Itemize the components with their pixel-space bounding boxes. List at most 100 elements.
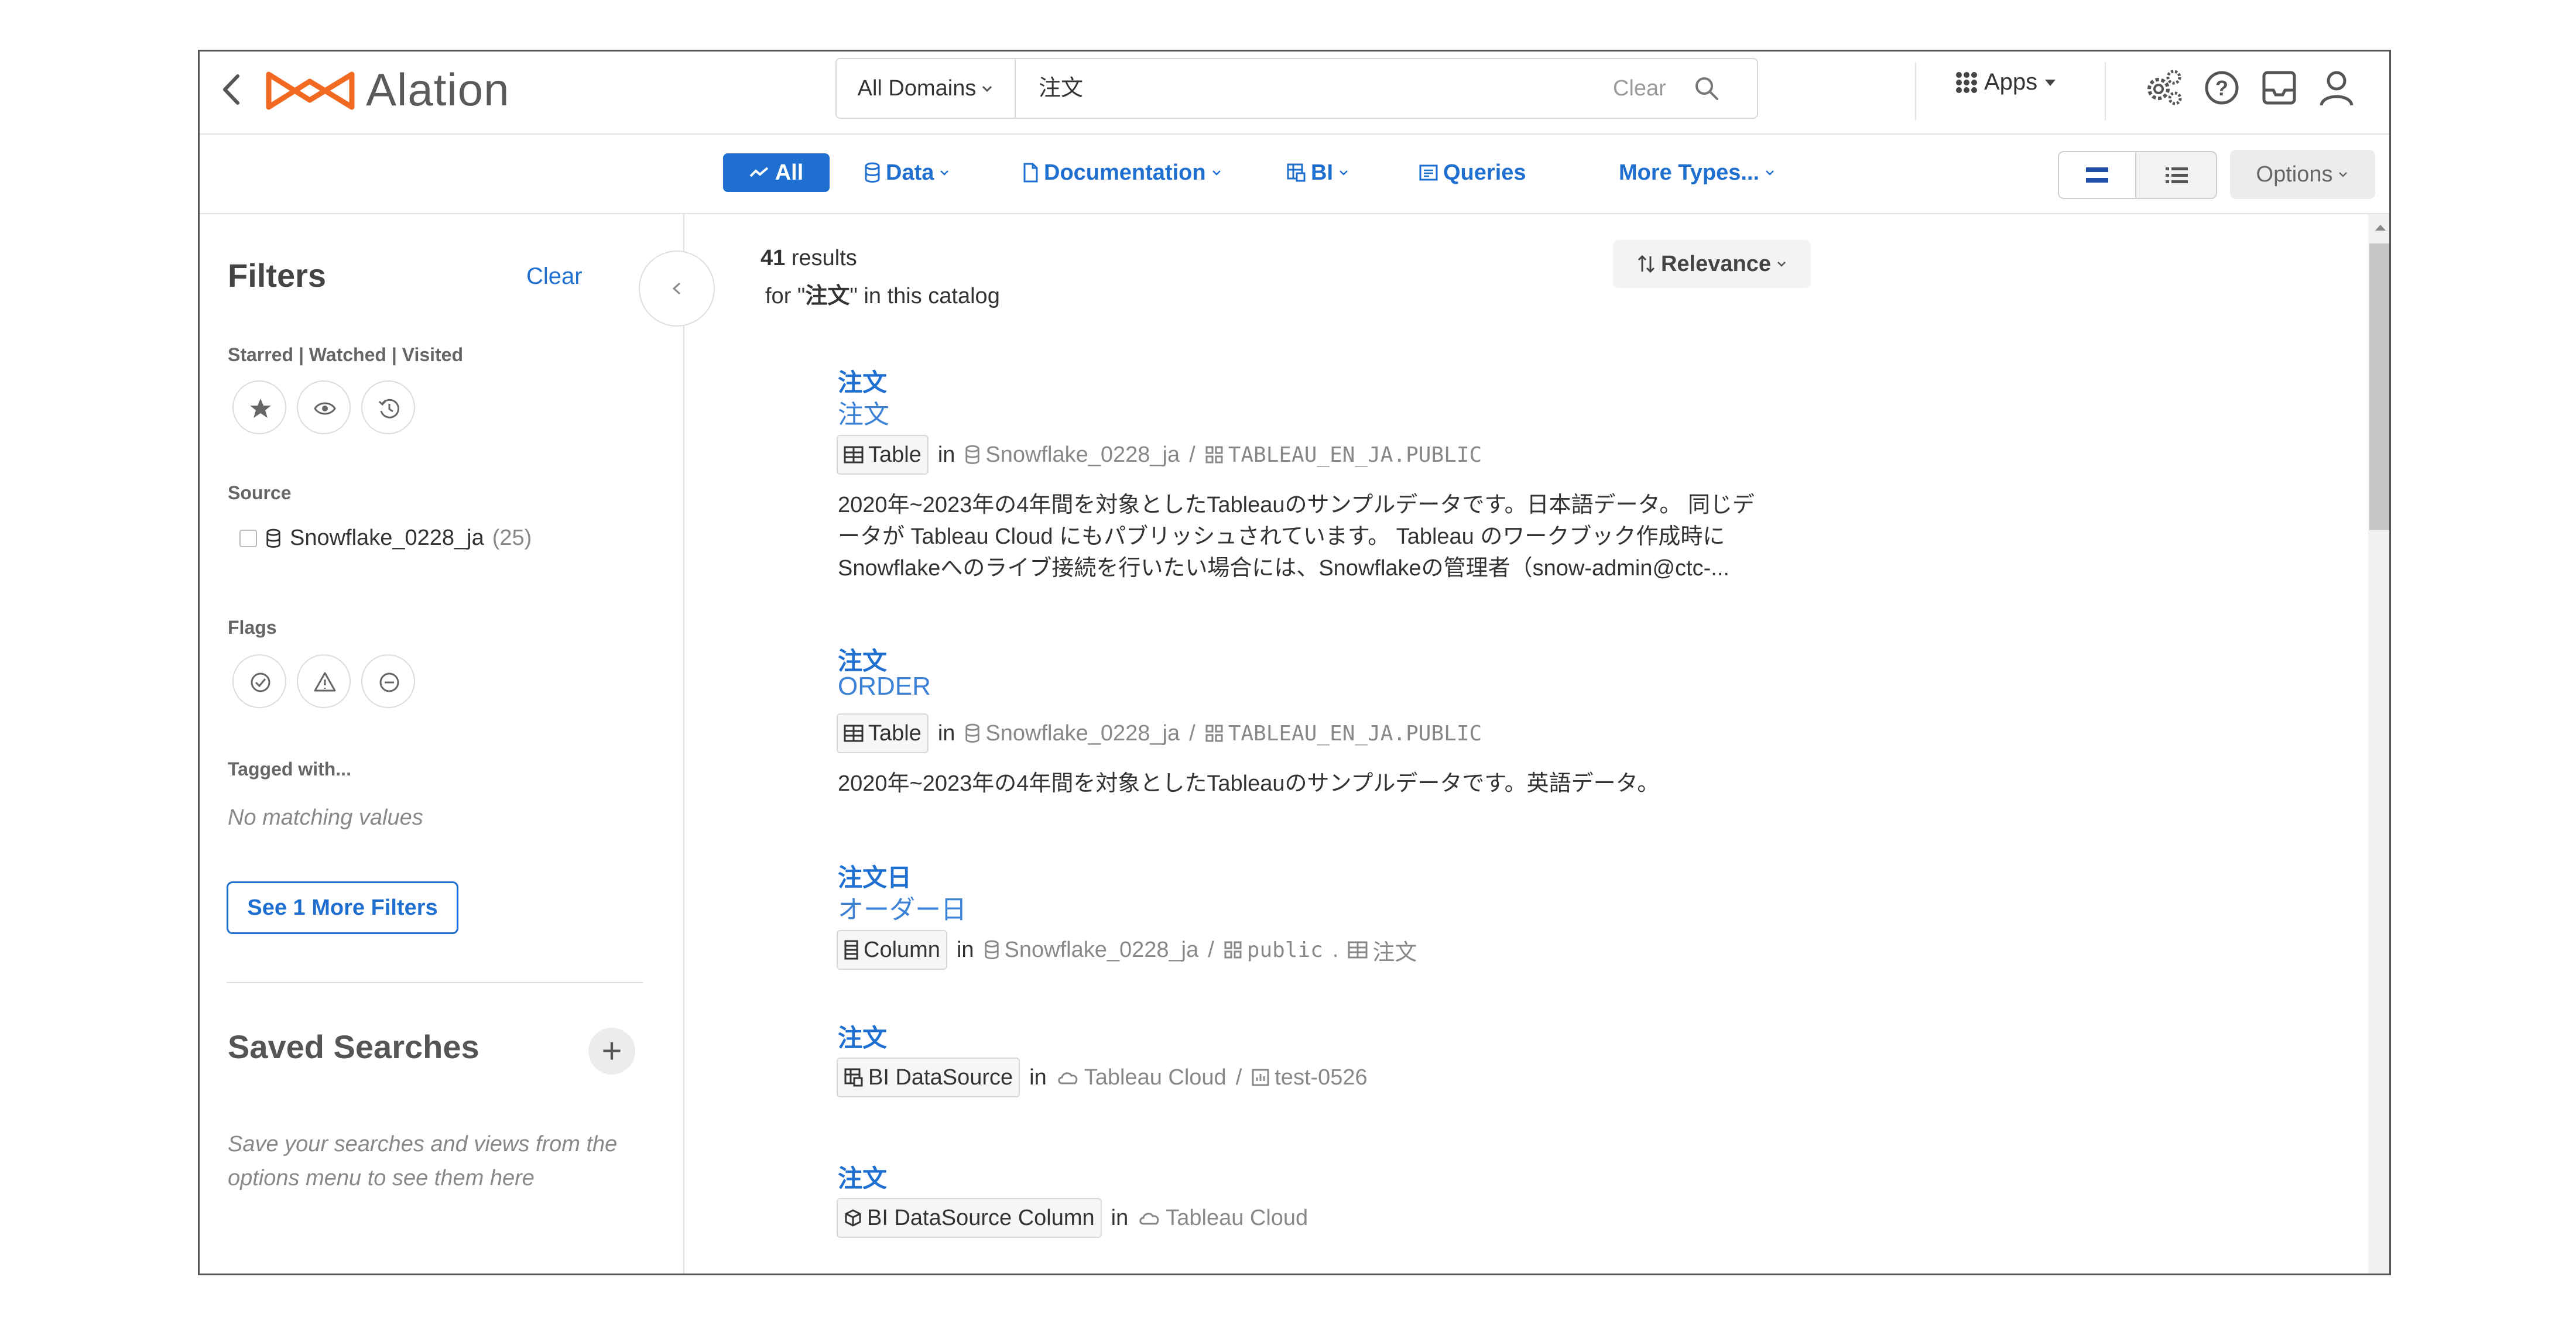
visited-filter[interactable]	[361, 380, 415, 434]
source-link[interactable]: Snowflake_0228_ja	[984, 937, 1199, 963]
help-icon[interactable]: ?	[2198, 64, 2245, 111]
search-clear-button[interactable]: Clear	[1613, 59, 1666, 118]
schema-name: TABLEAU_EN_JA.PUBLIC	[1228, 721, 1482, 746]
document-icon	[1023, 163, 1038, 183]
path-separator: /	[1208, 937, 1214, 962]
in-label: in	[1029, 1065, 1047, 1090]
column-icon	[844, 940, 858, 960]
source-link[interactable]: Tableau Cloud	[1056, 1065, 1227, 1090]
source-link[interactable]: Snowflake_0228_ja	[964, 721, 1180, 746]
source-filter-item[interactable]: Snowflake_0228_ja (25)	[239, 526, 532, 551]
svg-text:?: ?	[2215, 76, 2228, 100]
path-separator: /	[1235, 1065, 1242, 1090]
panel-divider	[227, 982, 643, 983]
database-icon	[965, 445, 980, 464]
user-profile-icon[interactable]	[2313, 64, 2360, 111]
star-icon	[250, 399, 271, 418]
tab-all[interactable]: All	[723, 153, 830, 192]
schema-name: TABLEAU_EN_JA.PUBLIC	[1228, 442, 1482, 467]
bi-icon	[1287, 163, 1306, 182]
database-icon	[984, 940, 999, 959]
result-meta: Column in Snowflake_0228_ja / public . 注…	[837, 928, 1417, 972]
source-label: Source	[228, 482, 292, 503]
apps-menu[interactable]: Apps	[1955, 69, 2057, 95]
endorsed-flag-filter[interactable]	[232, 654, 286, 708]
header-divider	[2105, 62, 2106, 121]
database-icon	[266, 528, 280, 548]
folder-name: test-0526	[1275, 1065, 1368, 1090]
watched-filter[interactable]	[297, 380, 351, 434]
search-input[interactable]: 注文	[1039, 59, 1083, 118]
tab-documentation[interactable]: Documentation	[1022, 153, 1222, 192]
result-title[interactable]: 注文	[838, 1159, 887, 1195]
table-icon	[844, 446, 864, 464]
type-chip: BI DataSource Column	[837, 1198, 1102, 1238]
card-view-button[interactable]	[2059, 152, 2136, 198]
source-link[interactable]: Snowflake_0228_ja	[964, 442, 1180, 468]
tab-data[interactable]: Data	[864, 153, 950, 192]
schema-link[interactable]: TABLEAU_EN_JA.PUBLIC	[1205, 443, 1482, 467]
result-subtitle[interactable]: オーダー日	[838, 888, 967, 926]
see-more-filters-button[interactable]: See 1 More Filters	[227, 881, 458, 934]
view-toggle	[2058, 151, 2217, 199]
search-bar: All Domains 注文 Clear	[835, 58, 1758, 119]
tab-more-types[interactable]: More Types...	[1619, 153, 1776, 192]
description-line: 2020年~2023年の4年間を対象としたTableauのサンプルデータです。日…	[838, 493, 1755, 517]
type-label: BI DataSource	[868, 1065, 1013, 1090]
deprecated-flag-filter[interactable]	[361, 654, 415, 708]
result-subtitle[interactable]: ORDER	[838, 672, 931, 701]
source-name: Snowflake_0228_ja	[1004, 937, 1199, 962]
warning-flag-filter[interactable]	[297, 654, 351, 708]
result-meta: BI DataSource Column in Tableau Cloud	[837, 1196, 1308, 1240]
results-query-line: for "注文" in this catalog	[765, 277, 1000, 310]
table-link[interactable]: 注文	[1348, 934, 1417, 966]
search-icon[interactable]	[1691, 73, 1722, 104]
chevron-down-icon	[2339, 172, 2348, 177]
scroll-up-arrow[interactable]	[2373, 221, 2388, 233]
tab-more-types-label: More Types...	[1619, 160, 1760, 185]
back-arrow-icon[interactable]	[214, 69, 249, 110]
filters-title: Filters	[228, 257, 327, 294]
in-label: in	[937, 720, 955, 746]
collapse-panel-button[interactable]	[639, 250, 715, 327]
list-view-icon	[2166, 167, 2188, 183]
apps-label: Apps	[1984, 69, 2038, 95]
folder-link[interactable]: test-0526	[1251, 1065, 1368, 1090]
schema-link[interactable]: TABLEAU_EN_JA.PUBLIC	[1205, 722, 1482, 746]
sort-relevance-button[interactable]: Relevance	[1613, 240, 1811, 288]
tab-bi-label: BI	[1311, 160, 1333, 185]
tab-bi[interactable]: BI	[1286, 153, 1349, 192]
source-link[interactable]: Tableau Cloud	[1138, 1206, 1308, 1231]
results-count: 41 results	[761, 246, 857, 271]
warning-icon	[314, 672, 336, 692]
result-subtitle[interactable]: 注文	[838, 393, 889, 431]
type-chip: Table	[837, 435, 929, 475]
trend-icon	[749, 167, 769, 177]
in-label: in	[956, 937, 974, 962]
clear-filters-link[interactable]: Clear	[526, 263, 583, 290]
database-icon	[865, 162, 880, 183]
table-name: 注文	[1372, 940, 1417, 965]
options-button[interactable]: Options	[2230, 150, 2375, 199]
domain-select[interactable]: All Domains	[837, 59, 1016, 118]
tab-queries[interactable]: Queries	[1419, 153, 1526, 192]
scrollbar-thumb[interactable]	[2369, 243, 2389, 530]
workbook-icon	[1252, 1069, 1269, 1086]
list-view-button[interactable]	[2136, 152, 2216, 198]
starred-filter[interactable]	[232, 380, 286, 434]
alation-logo-icon	[266, 71, 355, 109]
tab-all-label: All	[775, 160, 804, 185]
in-label: in	[1111, 1205, 1129, 1230]
type-label: BI DataSource Column	[867, 1205, 1095, 1230]
result-title[interactable]: 注文	[838, 1018, 887, 1054]
schema-link[interactable]: public	[1224, 938, 1323, 962]
add-saved-search-button[interactable]: +	[588, 1028, 635, 1075]
settings-gears-icon[interactable]	[2141, 64, 2188, 111]
source-checkbox[interactable]	[239, 529, 257, 547]
minus-circle-icon	[379, 672, 399, 692]
description-line: Snowflakeへのライブ接続を行いたい場合には、Snowflakeの管理者（…	[838, 556, 1729, 581]
inbox-icon[interactable]	[2256, 64, 2303, 111]
check-circle-icon	[251, 672, 270, 692]
saved-searches-title: Saved Searches	[228, 1028, 479, 1065]
alation-logo[interactable]: Alation	[264, 63, 510, 116]
